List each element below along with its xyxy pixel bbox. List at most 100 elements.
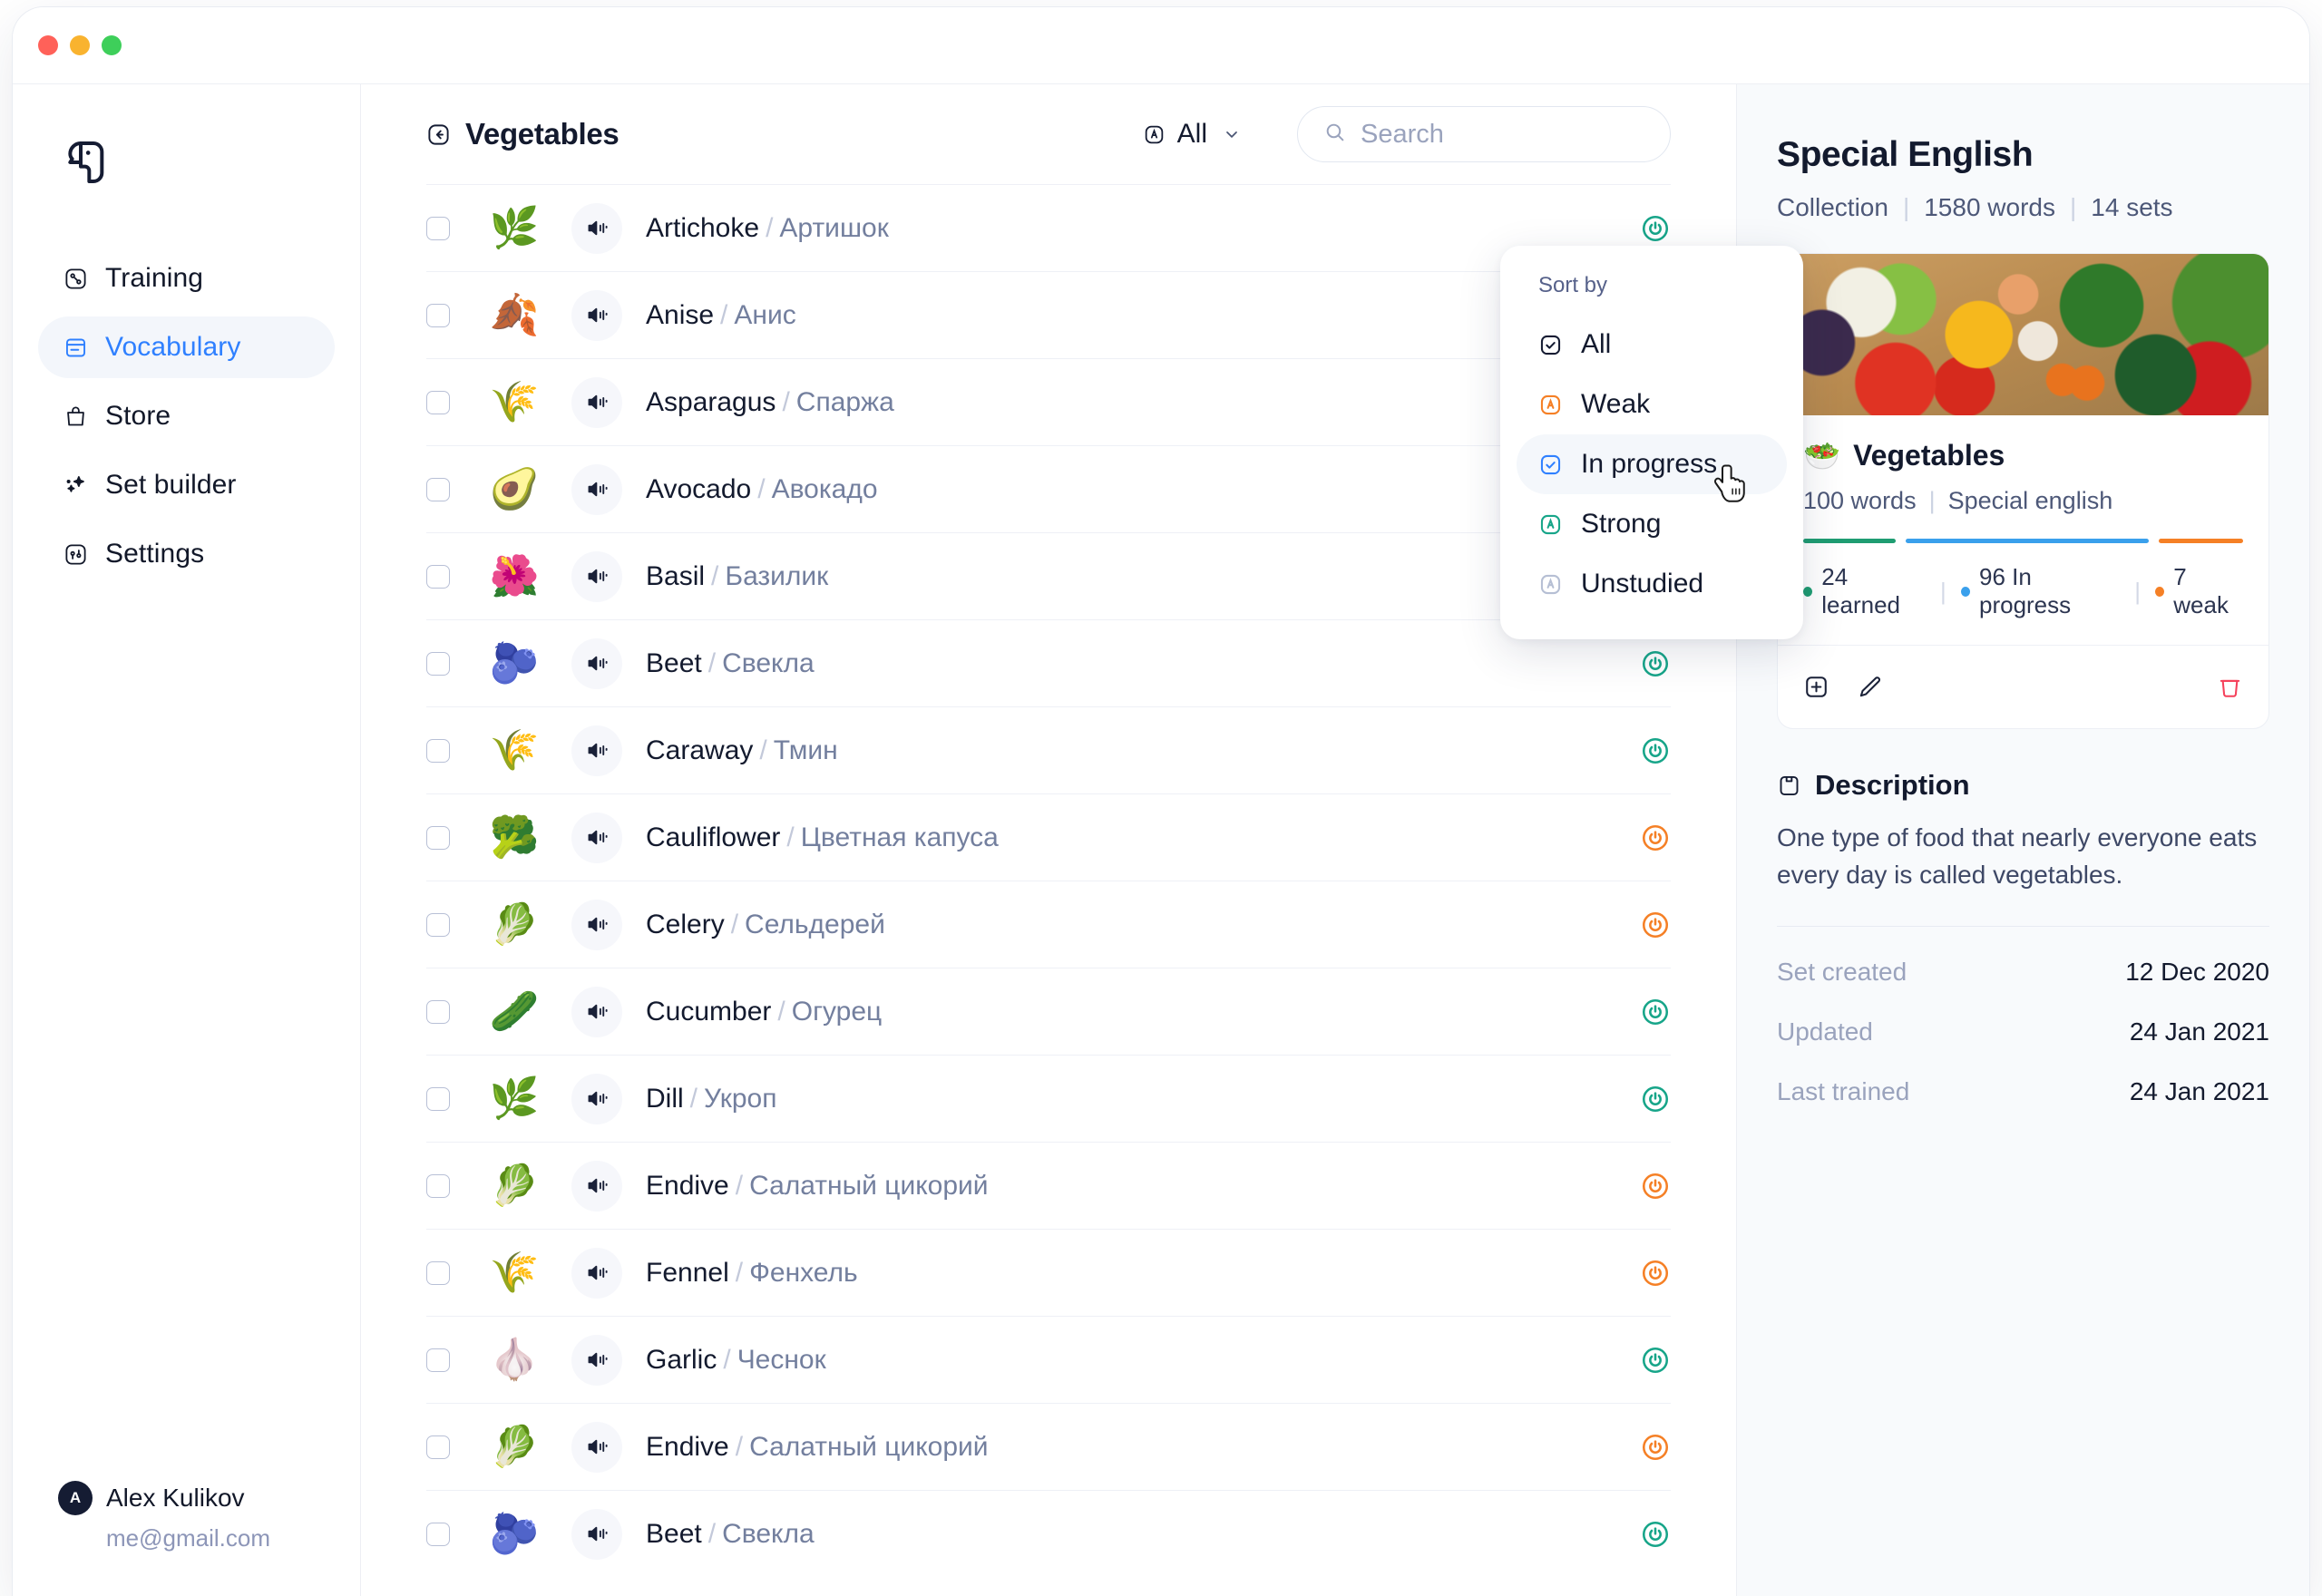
row-checkbox[interactable] <box>426 216 450 240</box>
row-checkbox[interactable] <box>426 738 450 763</box>
word-row[interactable]: 🌿 Artichoke / Артишок <box>426 184 1671 271</box>
row-checkbox[interactable] <box>426 999 450 1024</box>
speaker-icon[interactable] <box>571 1247 622 1299</box>
speaker-icon[interactable] <box>571 725 622 776</box>
speaker-icon[interactable] <box>571 812 622 863</box>
trash-icon[interactable] <box>2217 674 2243 700</box>
row-checkbox[interactable] <box>426 651 450 676</box>
filter-label: All <box>1176 119 1207 149</box>
word-row[interactable]: 🌾 Asparagus / Спаржа <box>426 358 1671 445</box>
legend-weak: 7 weak <box>2155 563 2243 619</box>
row-checkbox[interactable] <box>426 1086 450 1111</box>
close-button[interactable] <box>38 35 58 55</box>
progress-bars <box>1803 539 2243 543</box>
row-checkbox[interactable] <box>426 564 450 589</box>
word-row[interactable]: 🥒 Cucumber / Огурец <box>426 968 1671 1055</box>
status-strong-icon[interactable] <box>1640 735 1671 766</box>
speaker-icon[interactable] <box>571 1160 622 1212</box>
status-weak-icon[interactable] <box>1640 1171 1671 1202</box>
word-row[interactable]: 🫐 Beet / Свекла <box>426 619 1671 706</box>
word-thumbnail: 🥒 <box>489 988 540 1034</box>
word-row[interactable]: 🌺 Basil / Базилик <box>426 532 1671 619</box>
row-checkbox[interactable] <box>426 1522 450 1546</box>
sidebar-item-store[interactable]: Store <box>38 385 335 447</box>
status-strong-icon[interactable] <box>1640 997 1671 1027</box>
dropdown-item-all[interactable]: All <box>1517 315 1787 375</box>
row-checkbox[interactable] <box>426 303 450 327</box>
minimize-button[interactable] <box>70 35 90 55</box>
row-checkbox[interactable] <box>426 390 450 414</box>
dropdown-item-unstudied[interactable]: Unstudied <box>1517 554 1787 614</box>
word-term: Garlic <box>646 1344 717 1375</box>
status-strong-icon[interactable] <box>1640 213 1671 244</box>
speaker-icon[interactable] <box>571 376 622 428</box>
back-arrow-icon[interactable] <box>426 122 451 147</box>
row-checkbox[interactable] <box>426 1348 450 1372</box>
row-checkbox[interactable] <box>426 825 450 850</box>
sidebar-item-training[interactable]: Training <box>38 248 335 309</box>
speaker-icon[interactable] <box>571 1334 622 1386</box>
word-translation: Спаржа <box>795 386 894 417</box>
status-strong-icon[interactable] <box>1640 648 1671 679</box>
word-row[interactable]: 🥦 Cauliflower / Цветная капуса <box>426 793 1671 881</box>
sidebar-item-settings[interactable]: Settings <box>38 523 335 585</box>
speaker-icon[interactable] <box>571 1073 622 1124</box>
pencil-icon[interactable] <box>1857 674 1883 700</box>
search-input[interactable] <box>1361 119 1644 150</box>
status-strong-icon[interactable] <box>1640 1519 1671 1550</box>
speaker-icon[interactable] <box>571 986 622 1037</box>
speaker-icon[interactable] <box>571 202 622 254</box>
collection-meta: Collection | 1580 words | 14 sets <box>1777 193 2269 222</box>
status-weak-icon[interactable] <box>1640 1432 1671 1463</box>
legend-divider: | <box>1939 577 1946 605</box>
plus-square-icon[interactable] <box>1803 674 1829 700</box>
row-checkbox[interactable] <box>426 477 450 501</box>
row-checkbox[interactable] <box>426 912 450 937</box>
word-row[interactable]: 🫐 Beet / Свекла <box>426 1490 1671 1577</box>
status-weak-icon[interactable] <box>1640 1258 1671 1289</box>
search-box[interactable] <box>1297 106 1671 162</box>
user-email: me@gmail.com <box>106 1524 270 1552</box>
speaker-icon[interactable] <box>571 289 622 341</box>
sidebar-nav: Training Vocabulary Store Set builder Se… <box>38 248 335 585</box>
row-checkbox[interactable] <box>426 1260 450 1285</box>
word-row[interactable]: 🥬 Celery / Сельдерей <box>426 881 1671 968</box>
speaker-icon[interactable] <box>571 550 622 602</box>
speaker-icon[interactable] <box>571 463 622 515</box>
word-text: Caraway / Тмин <box>646 735 838 765</box>
dropdown-item-strong[interactable]: Strong <box>1517 494 1787 554</box>
word-row[interactable]: 🥬 Endive / Салатный цикорий <box>426 1142 1671 1229</box>
speaker-icon[interactable] <box>571 1421 622 1473</box>
dropdown-item-in-progress[interactable]: In progress <box>1517 434 1787 494</box>
word-text: Celery / Сельдерей <box>646 909 885 939</box>
vocabulary-icon <box>63 336 88 360</box>
salad-emoji-icon: 🥗 <box>1803 439 1841 472</box>
word-row[interactable]: 🥬 Endive / Салатный цикорий <box>426 1403 1671 1490</box>
maximize-button[interactable] <box>102 35 122 55</box>
speaker-icon[interactable] <box>571 899 622 950</box>
legend-divider: | <box>2134 577 2142 605</box>
status-strong-icon[interactable] <box>1640 1084 1671 1114</box>
filter-dropdown-button[interactable]: All <box>1139 113 1244 155</box>
word-row[interactable]: 🥑 Avocado / Авокадо <box>426 445 1671 532</box>
main-content: Vegetables All Search 🌿 Artichoke / Арти… <box>361 83 1803 1596</box>
sidebar-item-vocabulary[interactable]: Vocabulary <box>38 316 335 378</box>
row-checkbox[interactable] <box>426 1173 450 1198</box>
parrot-logo-icon[interactable] <box>62 137 112 188</box>
sidebar-item-set-builder[interactable]: Set builder <box>38 454 335 516</box>
set-card[interactable]: 🥗 Vegetables 100 words | Special english… <box>1777 253 2269 729</box>
speaker-icon[interactable] <box>571 1508 622 1560</box>
status-strong-icon[interactable] <box>1640 1345 1671 1376</box>
meta-key: Updated <box>1777 1017 1873 1046</box>
status-weak-icon[interactable] <box>1640 910 1671 940</box>
user-profile[interactable]: A Alex Kulikov me@gmail.com <box>38 1481 335 1552</box>
dropdown-item-weak[interactable]: Weak <box>1517 375 1787 434</box>
word-row[interactable]: 🧄 Garlic / Чеснок <box>426 1316 1671 1403</box>
status-weak-icon[interactable] <box>1640 822 1671 853</box>
word-row[interactable]: 🌿 Dill / Укроп <box>426 1055 1671 1142</box>
row-checkbox[interactable] <box>426 1435 450 1459</box>
word-row[interactable]: 🌾 Caraway / Тмин <box>426 706 1671 793</box>
speaker-icon[interactable] <box>571 637 622 689</box>
word-row[interactable]: 🌾 Fennel / Фенхель <box>426 1229 1671 1316</box>
word-row[interactable]: 🍂 Anise / Анис <box>426 271 1671 358</box>
